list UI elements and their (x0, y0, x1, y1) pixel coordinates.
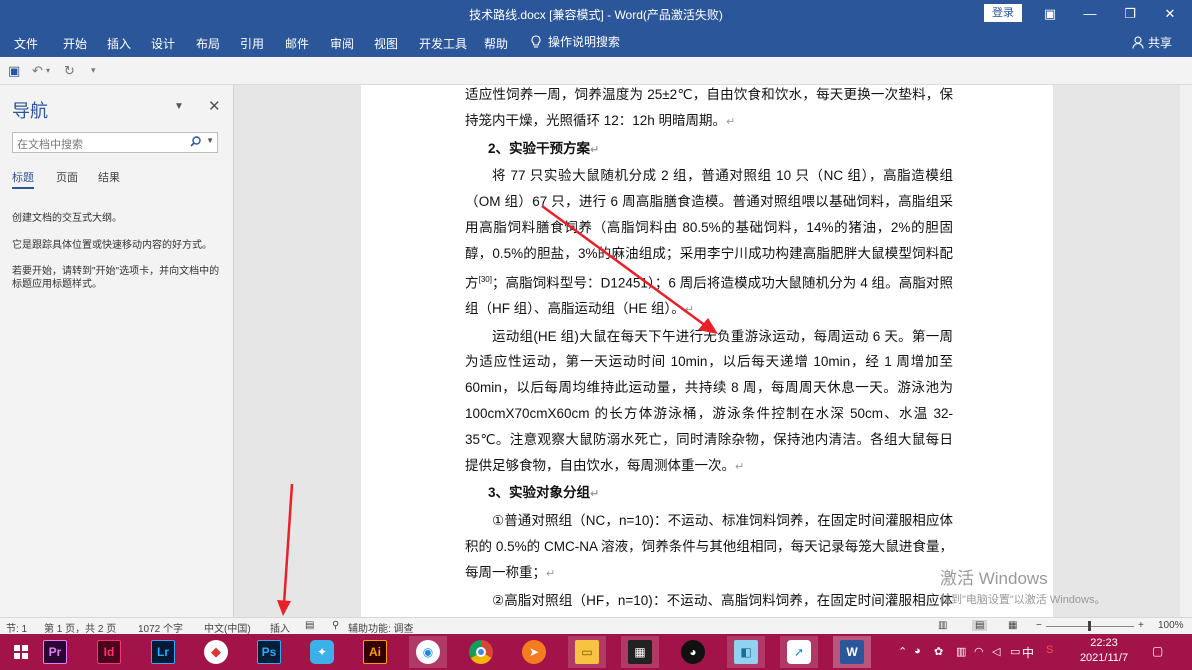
print-layout-icon[interactable]: ▤ (972, 620, 988, 631)
clock-date: 2021/11/7 (1079, 652, 1129, 664)
taskbar-chrome[interactable] (462, 636, 500, 668)
photoshop-icon: Ps (257, 640, 281, 664)
taskbar-app-sheet[interactable]: ◧ (727, 636, 765, 668)
notification-icon[interactable]: ▢ (1152, 644, 1163, 658)
status-page[interactable]: 第 1 页，共 2 页 (44, 620, 116, 635)
web-layout-icon[interactable]: ▦ (1008, 620, 1017, 631)
lightroom-icon: Lr (151, 640, 175, 664)
zoom-level[interactable]: 100% (1158, 620, 1184, 631)
film-icon: ▦ (628, 640, 652, 664)
watermark-line-1: 激活 Windows (940, 569, 1048, 588)
taskbar-app-feishu[interactable]: ➚ (780, 636, 818, 668)
annotation-arrow-2-head (277, 600, 291, 616)
status-language[interactable]: 中文(中国) (204, 620, 251, 635)
taskbar-premiere[interactable]: Pr (36, 636, 74, 668)
macro-icon[interactable]: ▤ (305, 620, 314, 631)
taskbar-indesign[interactable]: Id (90, 636, 128, 668)
accessibility-icon[interactable]: ⚲ (332, 620, 339, 631)
penguin-icon: ◕ (681, 640, 705, 664)
illustrator-icon: Ai (363, 640, 387, 664)
status-section[interactable]: 节: 1 (6, 620, 27, 635)
start-button[interactable] (2, 636, 40, 668)
ime-indicator[interactable]: 中 (1022, 644, 1034, 661)
status-bar: 节: 1 第 1 页，共 2 页 1072 个字 中文(中国) 插入 ▤ ⚲ 辅… (0, 617, 1192, 635)
taskbar-photoshop[interactable]: Ps (250, 636, 288, 668)
wps-icon: ◆ (204, 640, 228, 664)
annotation-arrow-1 (541, 204, 707, 328)
zoom-out-icon[interactable]: − (1036, 620, 1042, 631)
status-words[interactable]: 1072 个字 (138, 620, 183, 635)
activation-watermark: 激活 Windows 转到"电脑设置"以激活 Windows。 (940, 564, 1106, 607)
taskbar-video-editor[interactable]: ▦ (621, 636, 659, 668)
windows-icon (14, 645, 28, 659)
orange-app-icon: ➤ (522, 640, 546, 664)
browser-icon: ◉ (416, 640, 440, 664)
tray-volume-icon[interactable]: ◁ (992, 645, 1000, 658)
tray-wifi-icon[interactable]: ◠ (974, 645, 984, 658)
taskbar-browser[interactable]: ◉ (409, 636, 447, 668)
taskbar-app-wps[interactable]: ◆ (197, 636, 235, 668)
taskbar: Pr Id Lr ◆ Ps ✦ Ai ◉ ➤ ▭ ▦ ◕ ◧ ➚ W ⌃ ◕ ✿… (0, 634, 1192, 670)
zoom-in-icon[interactable]: + (1138, 620, 1144, 631)
tray-battery-icon[interactable]: ▭ (1010, 645, 1020, 658)
tray-app-icon[interactable]: ✿ (934, 645, 943, 658)
taskbar-file-explorer[interactable]: ▭ (568, 636, 606, 668)
tray-qq-icon[interactable]: ◕ (914, 645, 921, 657)
indesign-icon: Id (97, 640, 121, 664)
sheet-app-icon: ◧ (734, 640, 758, 664)
taskbar-clock[interactable]: 22:23 2021/11/7 (1072, 636, 1136, 666)
status-accessibility[interactable]: 辅助功能: 调查 (348, 620, 414, 635)
zoom-slider-thumb[interactable] (1088, 621, 1091, 631)
clock-time: 22:23 (1090, 637, 1118, 649)
taskbar-illustrator[interactable]: Ai (356, 636, 394, 668)
premiere-icon: Pr (43, 640, 67, 664)
tray-expand-icon[interactable]: ⌃ (898, 645, 907, 658)
watermark-line-2: 转到"电脑设置"以激活 Windows。 (940, 594, 1106, 606)
taskbar-lightroom[interactable]: Lr (144, 636, 182, 668)
read-mode-icon[interactable]: ▥ (938, 620, 947, 631)
folder-icon: ▭ (575, 640, 599, 664)
taskbar-qq[interactable]: ◕ (674, 636, 712, 668)
annotation-arrow-1-head (698, 318, 718, 334)
tray-sogou-icon[interactable]: S (1046, 644, 1053, 656)
annotation-arrow-2 (282, 483, 294, 605)
taskbar-app-orange[interactable]: ➤ (515, 636, 553, 668)
bird-app-icon: ✦ (310, 640, 334, 664)
tray-network-icon[interactable]: ▥ (956, 645, 966, 658)
taskbar-word[interactable]: W (833, 636, 871, 668)
chrome-icon (469, 640, 493, 664)
word-icon: W (840, 640, 864, 664)
paperplane-icon: ➚ (787, 640, 811, 664)
status-insert-mode[interactable]: 插入 (270, 620, 290, 635)
taskbar-app-bird[interactable]: ✦ (303, 636, 341, 668)
